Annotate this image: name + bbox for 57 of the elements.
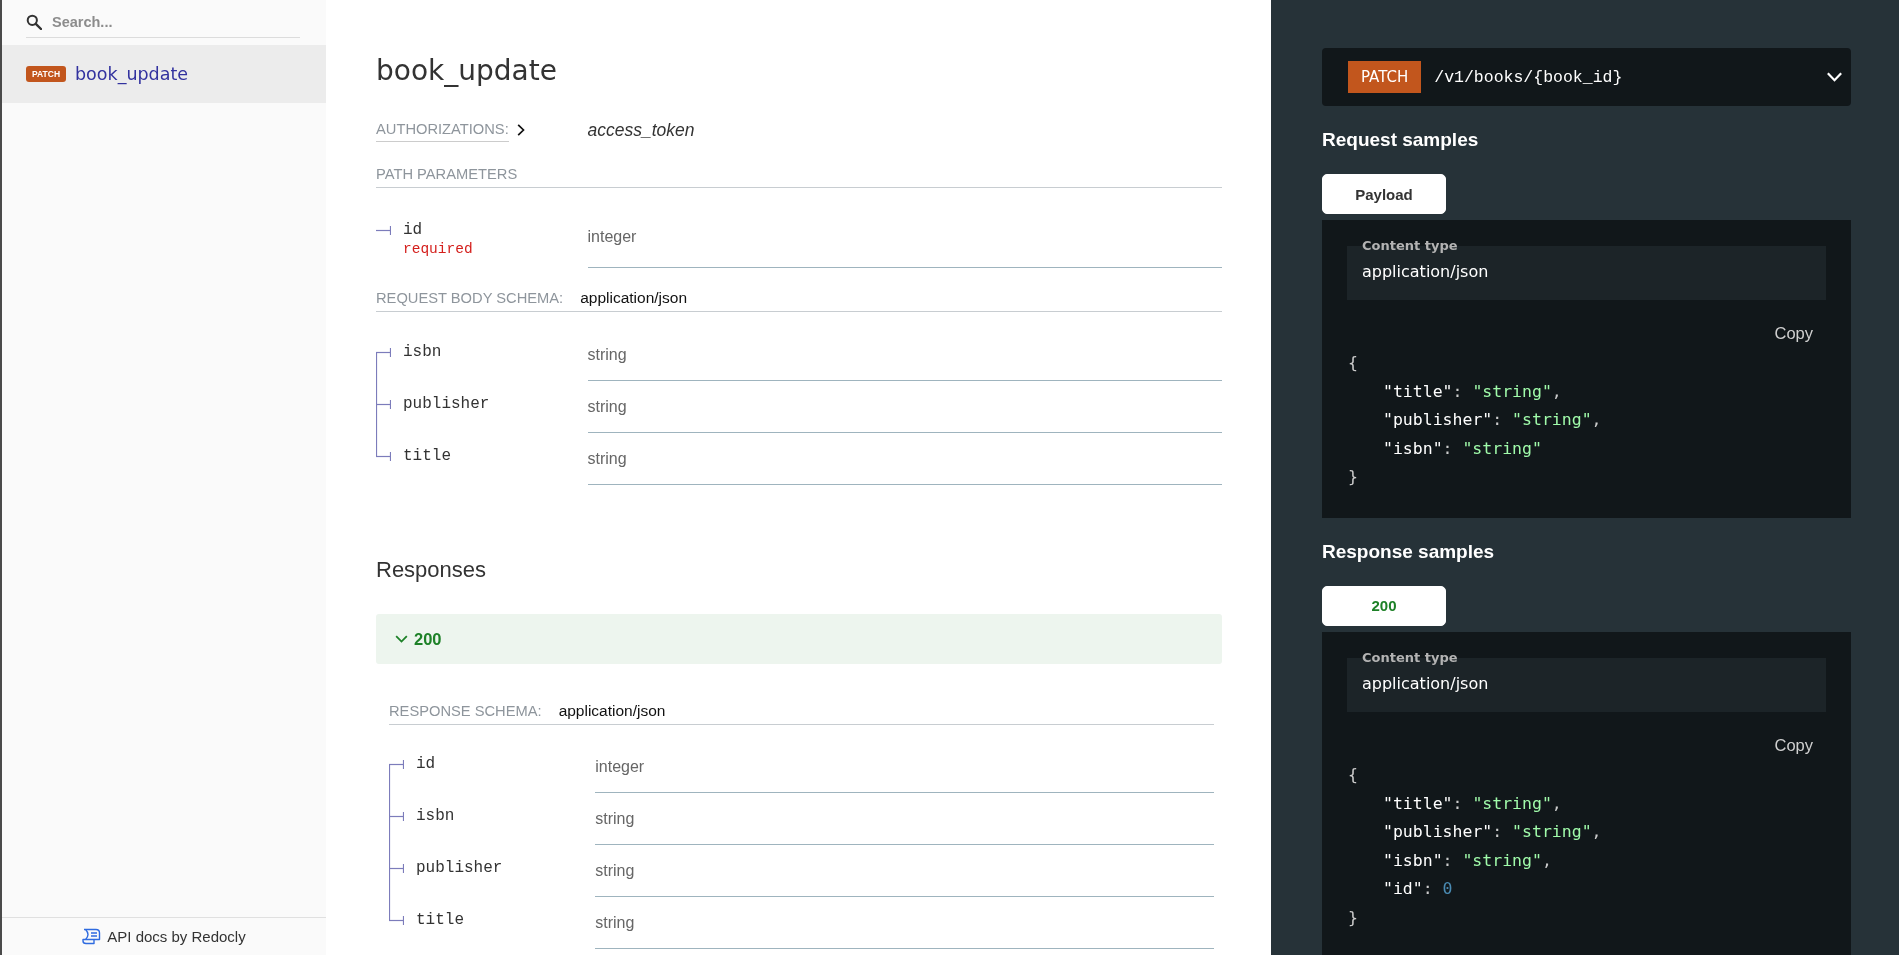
code-line: "id": 0 [1383, 878, 1453, 901]
authorizations-label: AUTHORIZATIONS: [376, 118, 509, 142]
code-line: "isbn": "string", [1383, 849, 1552, 872]
code-line: "title": "string", [1383, 792, 1562, 815]
field-name: title [416, 910, 464, 930]
copy-button[interactable]: Copy [1774, 322, 1813, 344]
book-icon [82, 928, 102, 945]
copy-button[interactable]: Copy [1774, 733, 1813, 756]
field-name: publisher [416, 858, 503, 878]
content-type: application/json [558, 701, 666, 721]
field-name: isbn [403, 342, 442, 362]
code-line: "isbn": "string" [1383, 437, 1542, 460]
auth-scheme-name: access_token [587, 119, 695, 141]
endpoint-bar[interactable]: PATCH /v1/books/{book_id} [1322, 48, 1851, 106]
field-name: id [403, 220, 423, 240]
field-type: integer [587, 227, 637, 247]
footer-link[interactable]: API docs by Redocly [82, 928, 246, 945]
sample-tab[interactable]: Payload [1322, 174, 1446, 214]
chevron-down-icon [1826, 72, 1843, 82]
nav-item[interactable]: PATCH book_update [2, 45, 326, 103]
code-line: "publisher": "string", [1383, 409, 1602, 432]
field-type: integer [595, 756, 645, 777]
field-type: string [595, 808, 635, 829]
code-line: "title": "string", [1383, 380, 1562, 403]
endpoint-path: /v1/books/{book_id} [1434, 67, 1623, 87]
tree-branch-icon [376, 225, 391, 235]
samples-heading: Request samples [1322, 128, 1479, 152]
search-icon [26, 14, 42, 30]
sample-tab[interactable]: 200 [1322, 585, 1446, 626]
field-type: string [587, 396, 627, 417]
section-title: Responses [376, 556, 487, 584]
field-name: title [403, 446, 451, 466]
method-badge: PATCH [1348, 61, 1422, 93]
code-line: } [1348, 466, 1358, 489]
field-name: id [416, 754, 436, 774]
code-line: } [1348, 906, 1358, 929]
field-name: isbn [416, 806, 455, 826]
field-type: string [587, 448, 627, 469]
field-name: publisher [403, 394, 490, 414]
operation-title: book_update [376, 54, 557, 88]
content-type: application/json [580, 288, 688, 308]
code-line: "publisher": "string", [1383, 821, 1602, 844]
samples-heading: Response samples [1322, 539, 1495, 564]
section-heading: PATH PARAMETERS [376, 165, 518, 184]
schema-label: REQUEST BODY SCHEMA: [376, 289, 564, 308]
method-badge: PATCH [26, 66, 66, 82]
field-type: string [587, 344, 627, 365]
chevron-right-icon[interactable] [516, 124, 525, 136]
chevron-down-icon [395, 635, 408, 643]
response-toggle[interactable]: 200 [376, 614, 1222, 664]
required-label: required [403, 240, 473, 258]
code-line: { [1348, 352, 1358, 374]
field-type: string [595, 860, 635, 881]
code-line: { [1348, 763, 1358, 786]
search-input[interactable]: Search... [52, 11, 300, 33]
field-type: string [595, 912, 635, 933]
schema-label: RESPONSE SCHEMA: [389, 702, 542, 721]
